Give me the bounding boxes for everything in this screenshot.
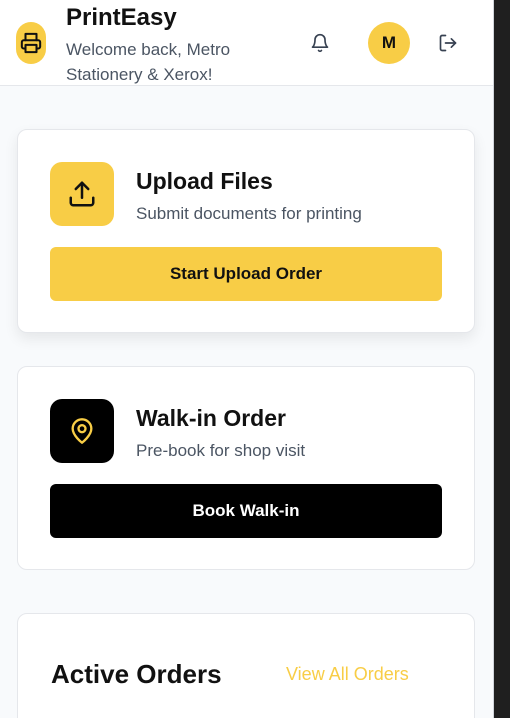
active-orders-card: Active Orders View All Orders: [17, 613, 475, 718]
upload-files-card: Upload Files Submit documents for printi…: [17, 129, 475, 333]
walkin-card-title: Walk-in Order: [136, 405, 286, 431]
app-title: PrintEasy: [66, 4, 177, 31]
bell-icon[interactable]: [306, 29, 334, 57]
book-walk-in-button[interactable]: Book Walk-in: [50, 484, 442, 538]
app-header: PrintEasy Welcome back, Metro Stationery…: [0, 0, 494, 86]
active-orders-title: Active Orders: [51, 659, 222, 689]
view-all-orders-link[interactable]: View All Orders: [286, 663, 409, 685]
logout-icon[interactable]: [434, 29, 462, 57]
map-pin-icon: [50, 399, 114, 463]
walkin-card-subtitle: Pre-book for shop visit: [136, 441, 306, 460]
upload-card-title: Upload Files: [136, 168, 273, 194]
avatar[interactable]: M: [368, 22, 410, 64]
start-upload-order-button[interactable]: Start Upload Order: [50, 247, 442, 301]
upload-card-subtitle: Submit documents for printing: [136, 204, 362, 223]
walk-in-order-card: Walk-in Order Pre-book for shop visit Bo…: [17, 366, 475, 570]
upload-icon: [50, 162, 114, 226]
welcome-message: Welcome back, Metro Stationery & Xerox!: [66, 40, 231, 84]
window-edge: [494, 0, 510, 718]
printer-icon: [16, 22, 46, 64]
app-viewport: PrintEasy Welcome back, Metro Stationery…: [0, 0, 494, 718]
